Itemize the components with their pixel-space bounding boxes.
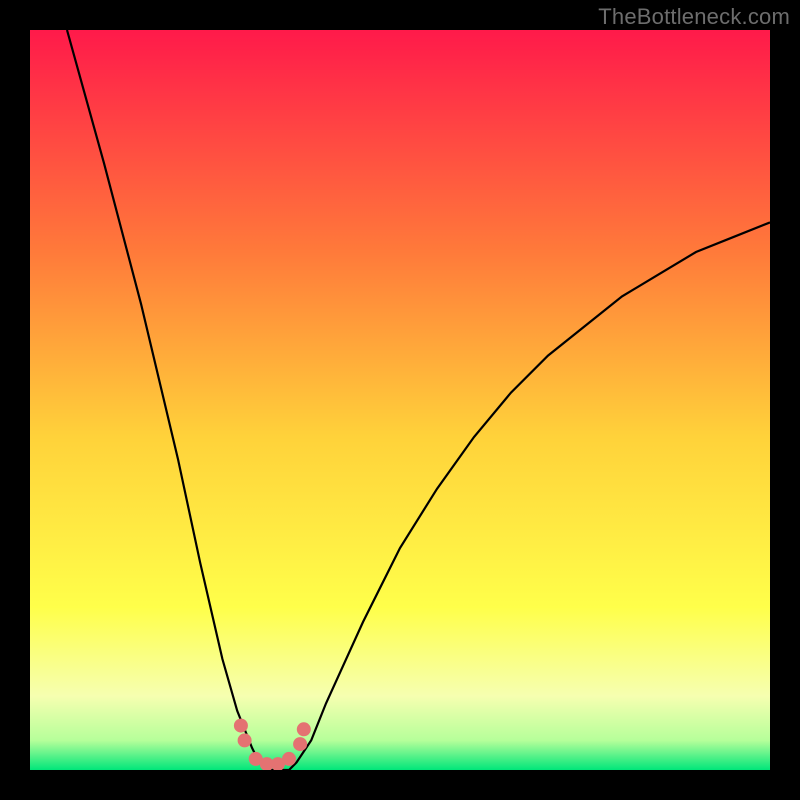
plot-svg [30,30,770,770]
gradient-bg [30,30,770,770]
plot-area [30,30,770,770]
marker-point [238,733,252,747]
marker-point [293,737,307,751]
marker-point [282,752,296,766]
watermark-text: TheBottleneck.com [598,4,790,30]
marker-point [297,722,311,736]
chart-frame: TheBottleneck.com [0,0,800,800]
marker-point [234,719,248,733]
